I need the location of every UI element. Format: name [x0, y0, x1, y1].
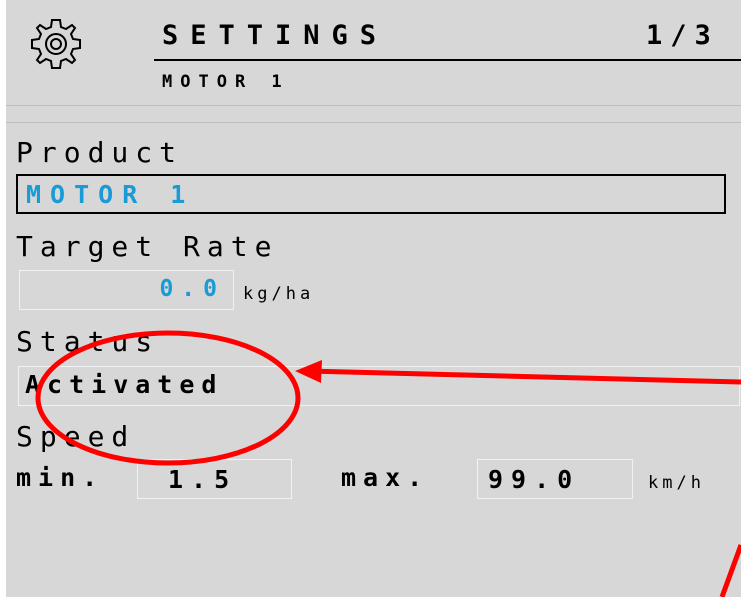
status-value: Activated: [25, 370, 224, 399]
header: SETTINGS 1/3 MOTOR 1: [6, 0, 741, 120]
speed-unit: km/h: [648, 473, 705, 493]
terminal-screen: SETTINGS 1/3 MOTOR 1 Product MOTOR 1 Tar…: [6, 0, 741, 597]
title-divider: [154, 59, 741, 61]
product-value: MOTOR 1: [26, 180, 195, 209]
speed-max-label: max.: [341, 463, 430, 492]
speed-min-value: 1.5: [168, 465, 238, 494]
gear-icon: [31, 19, 81, 69]
page-subtitle: MOTOR 1: [162, 72, 290, 92]
target-rate-unit: kg/ha: [243, 284, 315, 304]
target-rate-value: 0.0: [159, 276, 225, 302]
speed-label: Speed: [16, 420, 136, 453]
header-separator-lower: [6, 122, 741, 123]
page-title: SETTINGS: [162, 20, 389, 51]
target-rate-label: Target Rate: [16, 230, 279, 263]
speed-min-field[interactable]: 1.5: [137, 459, 292, 499]
page-counter: 1/3: [646, 20, 719, 51]
speed-max-field[interactable]: 99.0: [477, 459, 633, 499]
header-separator: [6, 105, 741, 106]
status-label: Status: [16, 325, 160, 358]
status-field[interactable]: Activated: [18, 366, 740, 406]
speed-max-value: 99.0: [488, 465, 581, 494]
product-label: Product: [16, 136, 184, 169]
product-select[interactable]: MOTOR 1: [16, 174, 726, 214]
target-rate-field[interactable]: 0.0: [19, 270, 234, 310]
speed-min-label: min.: [16, 463, 105, 492]
